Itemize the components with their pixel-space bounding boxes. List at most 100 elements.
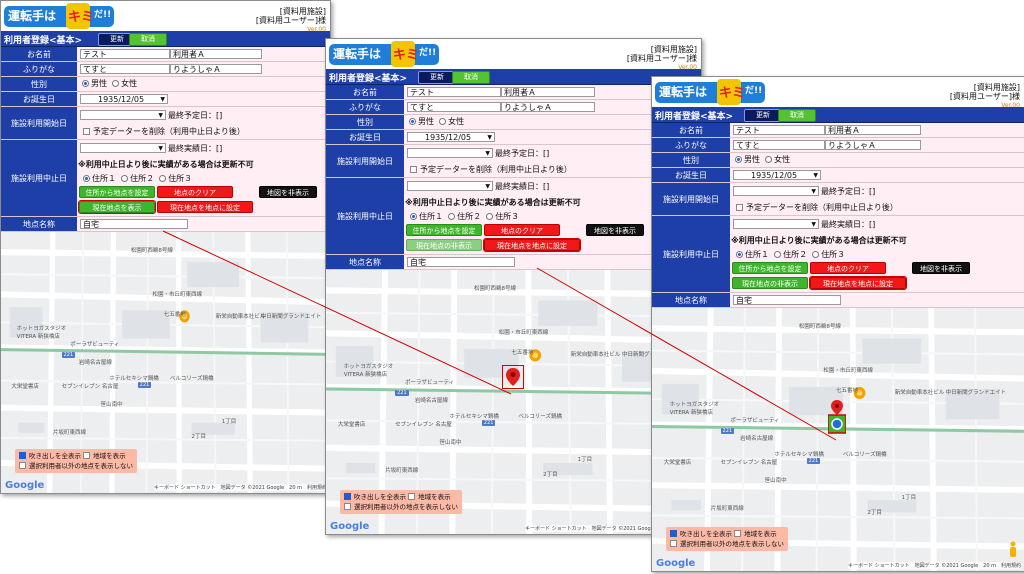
set-from-address-button[interactable]: 住所から地点を設定 [406, 224, 482, 236]
show-area-text: 地域を表示 [744, 530, 777, 538]
set-current-as-point-button[interactable]: 現在地点を地点に設定 [809, 276, 907, 290]
address1-radio[interactable] [83, 175, 90, 182]
birth-select[interactable]: 1935/12/05 ▼ [80, 94, 168, 104]
chevron-down-icon: ▼ [160, 96, 165, 103]
map-label: 1丁目 [221, 419, 237, 425]
birth-select[interactable]: 1935/12/05 ▼ [733, 170, 821, 180]
hide-map-button[interactable]: 地図を非表示 [912, 262, 970, 274]
clear-point-button[interactable]: 地点のクリア [157, 186, 233, 198]
delete-scheduled-checkbox[interactable] [736, 204, 743, 211]
hide-map-button[interactable]: 地図を非表示 [586, 224, 644, 236]
last-kana-input[interactable]: てすと [733, 140, 825, 150]
address3-radio[interactable] [812, 251, 820, 258]
point-name-input[interactable]: 自宅 [733, 295, 841, 305]
start-date-select[interactable]: ▼ [407, 148, 493, 158]
first-kana-input[interactable]: りようしゃＡ [825, 140, 921, 150]
female-radio[interactable] [439, 118, 447, 125]
show-area-checkbox[interactable] [83, 452, 91, 459]
map-copyright[interactable]: キーボード ショートカット 地図データ ©2021 Google 20 m 利用… [154, 484, 327, 491]
map-label: 片坂町東西線 [710, 506, 744, 512]
google-logo: Google [656, 558, 696, 569]
set-current-as-point-button[interactable]: 現在地点を地点に設定 [157, 201, 253, 213]
update-button[interactable]: 更新 [744, 109, 782, 122]
map-view[interactable]: 松園町西鵜8号線 松園・市丘町東西線 七五番地 ホットヨガスタジオ VITERA 新狭橋… [1, 232, 330, 493]
warning-text: ※利用中止日より後に実績がある場合は更新不可 [78, 160, 254, 169]
female-radio[interactable] [112, 80, 120, 87]
show-all-bubbles-checkbox[interactable] [19, 452, 26, 459]
map-copyright[interactable]: キーボード ショートカット 地図データ ©2021 Google 20 m 利用… [848, 562, 1021, 569]
stop-label: 施設利用中止日 [326, 178, 404, 254]
current-location-marker-icon[interactable] [828, 400, 846, 434]
delete-scheduled-checkbox[interactable] [410, 166, 417, 173]
birth-label: お誕生日 [326, 130, 404, 144]
map-pin-icon[interactable] [502, 365, 524, 389]
address1-radio[interactable] [736, 251, 743, 258]
last-name-input[interactable]: テスト [733, 125, 825, 135]
male-radio[interactable] [409, 118, 416, 125]
last-kana-input[interactable]: てすと [80, 64, 170, 74]
update-button[interactable]: 更新 [418, 71, 456, 84]
hide-current-location-button[interactable]: 現在地点の非表示 [732, 277, 808, 289]
hide-current-location-button[interactable]: 現在地点の非表示 [406, 239, 482, 251]
planned-end-text: 最終予定日：[] [821, 187, 876, 196]
last-name-input[interactable]: テスト [407, 87, 501, 97]
cancel-button[interactable]: 取消 [778, 109, 816, 122]
user-info: [資料用施設] [資料用ユーザー]様 Ver.00 [950, 83, 1020, 110]
first-name-input[interactable]: 利用者Ａ [170, 49, 262, 59]
point-name-input[interactable]: 自宅 [407, 257, 515, 267]
show-all-bubbles-checkbox[interactable] [670, 530, 677, 537]
set-current-as-point-button[interactable]: 現在地点を地点に設定 [483, 238, 581, 252]
address2-radio[interactable] [774, 251, 782, 258]
clear-point-button[interactable]: 地点のクリア [484, 224, 560, 236]
stop-date-select[interactable]: ▼ [733, 219, 819, 229]
hide-other-points-checkbox[interactable] [670, 540, 677, 547]
cancel-button[interactable]: 取消 [129, 33, 167, 46]
first-kana-input[interactable]: りようしゃＡ [170, 64, 262, 74]
map-view[interactable]: 松園町西鵜8号線 松園・市丘町東西線 七五番地 ホットヨガスタジオ VITERA 新狭橋… [326, 270, 701, 534]
hide-other-points-checkbox[interactable] [344, 503, 351, 510]
delete-scheduled-checkbox[interactable] [83, 128, 90, 135]
show-area-checkbox[interactable] [408, 493, 416, 500]
clear-point-button[interactable]: 地点のクリア [810, 262, 886, 274]
row-point: 地点名称 自宅 [652, 293, 1024, 308]
hide-other-points-checkbox[interactable] [19, 462, 26, 469]
street-view-pegman-icon[interactable] [1008, 541, 1018, 557]
map-label: 2丁目 [543, 472, 558, 478]
hide-map-button[interactable]: 地図を非表示 [259, 186, 317, 198]
stop-date-select[interactable]: ▼ [407, 181, 493, 191]
point-name-label: 地点名称 [326, 255, 404, 269]
address1-text: 住所１ [745, 250, 769, 259]
cancel-button[interactable]: 取消 [452, 71, 490, 84]
stop-date-select[interactable]: ▼ [80, 143, 166, 153]
birth-select[interactable]: 1935/12/05 ▼ [407, 132, 495, 142]
set-from-address-button[interactable]: 住所から地点を設定 [732, 262, 808, 274]
first-name-input[interactable]: 利用者Ａ [825, 125, 921, 135]
map-label: 新栄自動車本社ビル [570, 352, 621, 358]
female-radio[interactable] [765, 156, 773, 163]
address2-radio[interactable] [448, 213, 456, 220]
address2-text: 住所２ [457, 212, 482, 221]
row-name: お名前 テスト 利用者Ａ [652, 123, 1024, 138]
last-kana-input[interactable]: てすと [407, 102, 501, 112]
last-name-input[interactable]: テスト [80, 49, 170, 59]
address1-radio[interactable] [410, 213, 417, 220]
planned-end-text: 最終予定日：[] [168, 111, 223, 120]
show-area-checkbox[interactable] [734, 530, 742, 537]
point-name-input[interactable]: 自宅 [80, 219, 188, 229]
first-kana-input[interactable]: りようしゃＡ [501, 102, 595, 112]
male-radio[interactable] [82, 80, 89, 87]
show-current-location-button[interactable]: 現在地点を表示 [78, 200, 156, 214]
map-label: 七五番地 [163, 312, 186, 318]
map-label: 岩崎名古屋線 [78, 360, 112, 366]
address3-radio[interactable] [159, 175, 167, 182]
map-view[interactable]: 松園町西鵜8号線 松園・市丘町東西線 七五番地 ホットヨガスタジオ VITERA 新狭橋… [652, 308, 1024, 571]
show-all-bubbles-checkbox[interactable] [344, 493, 351, 500]
address3-radio[interactable] [486, 213, 494, 220]
first-name-input[interactable]: 利用者Ａ [501, 87, 595, 97]
start-date-select[interactable]: ▼ [733, 186, 819, 196]
set-from-address-button[interactable]: 住所から地点を設定 [79, 186, 155, 198]
warning-text: ※利用中止日より後に実績がある場合は更新不可 [405, 198, 581, 207]
male-radio[interactable] [735, 156, 742, 163]
start-date-select[interactable]: ▼ [80, 110, 166, 120]
address2-radio[interactable] [121, 175, 129, 182]
